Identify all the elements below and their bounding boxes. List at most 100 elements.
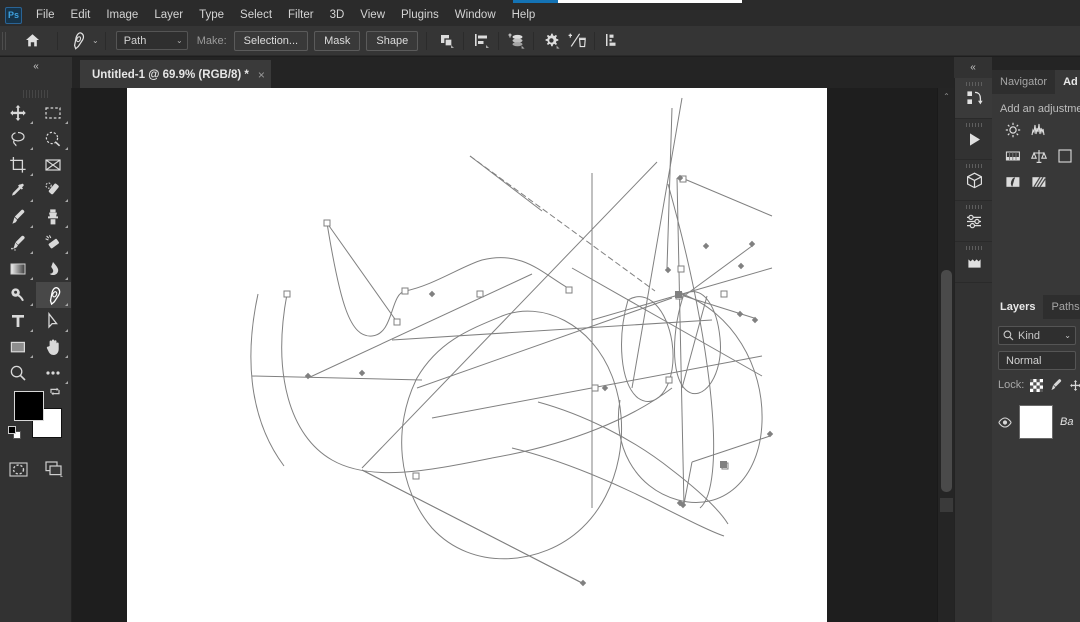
- vector-paths-overlay[interactable]: [72, 88, 937, 622]
- edit-toolbar-tool[interactable]: [36, 360, 72, 386]
- color-swatch-area: [0, 386, 72, 516]
- menu-item-type[interactable]: Type: [191, 6, 232, 24]
- options-separator-7: [594, 31, 596, 50]
- tool-expand-triangle-icon: [29, 277, 33, 280]
- tab-paths[interactable]: Paths: [1043, 295, 1080, 319]
- layer-thumbnail[interactable]: [1019, 405, 1053, 439]
- menu-item-edit[interactable]: Edit: [63, 6, 99, 24]
- zoom-tool[interactable]: [0, 360, 36, 386]
- 3d-cube-icon[interactable]: [955, 160, 993, 201]
- libraries-icon[interactable]: [955, 78, 993, 119]
- foreground-color-swatch[interactable]: [14, 391, 44, 421]
- tools-panel-grip[interactable]: [22, 90, 49, 98]
- close-icon[interactable]: ×: [258, 69, 265, 81]
- type-tool[interactable]: [0, 308, 36, 334]
- tab-layers[interactable]: Layers: [992, 295, 1044, 319]
- menu-item-window[interactable]: Window: [447, 6, 504, 24]
- document-tab[interactable]: Untitled-1 @ 69.9% (RGB/8) * ×: [80, 60, 271, 88]
- toolbar-collapse-button[interactable]: «: [0, 57, 72, 88]
- actions-play-icon[interactable]: [955, 119, 993, 160]
- eye-icon[interactable]: [998, 416, 1012, 428]
- swap-colors-icon[interactable]: [48, 387, 62, 401]
- hue-saturation-icon[interactable]: [1004, 173, 1021, 190]
- tab-adjustments[interactable]: Ad: [1055, 70, 1080, 94]
- exposure-icon[interactable]: [1030, 147, 1047, 164]
- lasso-tool[interactable]: [0, 126, 36, 152]
- levels-icon[interactable]: [1030, 121, 1047, 138]
- options-bar-grip[interactable]: [2, 31, 7, 50]
- path-operations-icon[interactable]: [434, 30, 458, 52]
- scroll-up-arrow-icon[interactable]: ⌃: [938, 88, 955, 104]
- tool-expand-triangle-icon: [29, 121, 33, 124]
- menu-item-layer[interactable]: Layer: [146, 6, 191, 24]
- dodge-tool[interactable]: [0, 282, 36, 308]
- menu-item-3d[interactable]: 3D: [322, 6, 353, 24]
- frame-tool[interactable]: [36, 152, 72, 178]
- scrollbar-corner: [940, 498, 953, 512]
- lock-image-pixels-icon[interactable]: [1049, 378, 1063, 392]
- auto-add-delete-icon[interactable]: [565, 30, 589, 52]
- home-icon[interactable]: [20, 30, 44, 52]
- menu-item-view[interactable]: View: [352, 6, 393, 24]
- lock-position-icon[interactable]: [1069, 379, 1080, 392]
- blur-tool[interactable]: [36, 256, 72, 282]
- lock-transparent-pixels-icon[interactable]: [1030, 378, 1044, 392]
- pen-tool[interactable]: [35, 282, 71, 308]
- path-arrangement-icon[interactable]: [504, 30, 528, 52]
- eraser-tool[interactable]: [36, 230, 72, 256]
- layer-name[interactable]: Ba: [1060, 416, 1073, 428]
- make-selection-button[interactable]: Selection...: [233, 30, 309, 51]
- menu-item-help[interactable]: Help: [504, 6, 544, 24]
- clone-stamp-tool[interactable]: [36, 204, 72, 230]
- gradient-tool[interactable]: [0, 256, 36, 282]
- path-settings-gear-icon[interactable]: [539, 30, 563, 52]
- make-shape-button[interactable]: Shape: [366, 30, 419, 51]
- spot-healing-brush-tool[interactable]: [36, 178, 72, 204]
- screen-mode-icon[interactable]: [36, 456, 72, 482]
- vibrance-icon[interactable]: [1056, 147, 1073, 164]
- scrollbar-thumb[interactable]: [941, 270, 952, 492]
- rail-grip: [966, 205, 982, 209]
- hand-tool[interactable]: [36, 334, 72, 360]
- table-row[interactable]: Ba: [992, 401, 1080, 443]
- menu-item-plugins[interactable]: Plugins: [393, 6, 447, 24]
- menu-item-image[interactable]: Image: [98, 6, 146, 24]
- path-anchor-points: [283, 175, 729, 480]
- path-selection-tool[interactable]: [36, 308, 72, 334]
- brush-tool[interactable]: [0, 204, 36, 230]
- align-edges-icon[interactable]: [600, 30, 624, 52]
- move-tool[interactable]: [0, 100, 36, 126]
- adjustments-sliders-icon[interactable]: [955, 201, 993, 242]
- chevron-down-icon[interactable]: ⌄: [1064, 331, 1071, 340]
- make-mask-button[interactable]: Mask: [314, 30, 361, 51]
- object-selection-tool[interactable]: [36, 126, 72, 152]
- tool-mode-select[interactable]: Path ⌄: [115, 31, 188, 50]
- tab-navigator[interactable]: Navigator: [992, 70, 1056, 94]
- eyedropper-tool[interactable]: [0, 178, 36, 204]
- path-alignment-icon[interactable]: [469, 30, 493, 52]
- options-separator-4: [463, 31, 465, 50]
- make-label: Make:: [196, 34, 227, 47]
- document-tab-bar: Untitled-1 @ 69.9% (RGB/8) * ×: [72, 57, 1080, 88]
- black-white-icon[interactable]: [1030, 173, 1047, 190]
- canvas-area[interactable]: [72, 88, 937, 622]
- canvas-vertical-scrollbar[interactable]: ⌃: [937, 88, 954, 622]
- patterns-icon[interactable]: [955, 242, 993, 283]
- menu-item-filter[interactable]: Filter: [280, 6, 322, 24]
- crop-tool[interactable]: [0, 152, 36, 178]
- panels-collapse-button[interactable]: «: [954, 57, 992, 78]
- pen-tool-icon[interactable]: [65, 30, 89, 52]
- menu-item-select[interactable]: Select: [232, 6, 280, 24]
- menu-item-file[interactable]: File: [28, 6, 63, 24]
- pen-tool-preset-caret-icon[interactable]: ⌄: [92, 36, 99, 45]
- rectangular-marquee-tool[interactable]: [36, 100, 72, 126]
- rectangle-tool[interactable]: [0, 334, 36, 360]
- blend-mode-select[interactable]: Normal: [998, 351, 1076, 370]
- brightness-contrast-icon[interactable]: [1004, 121, 1021, 138]
- quick-mask-icon[interactable]: [0, 456, 36, 482]
- layer-filter-select[interactable]: Kind ⌄: [998, 326, 1076, 345]
- tool-row-6: [0, 230, 71, 256]
- history-brush-tool[interactable]: [0, 230, 36, 256]
- default-colors-icon[interactable]: [8, 426, 22, 440]
- curves-icon[interactable]: [1004, 147, 1021, 164]
